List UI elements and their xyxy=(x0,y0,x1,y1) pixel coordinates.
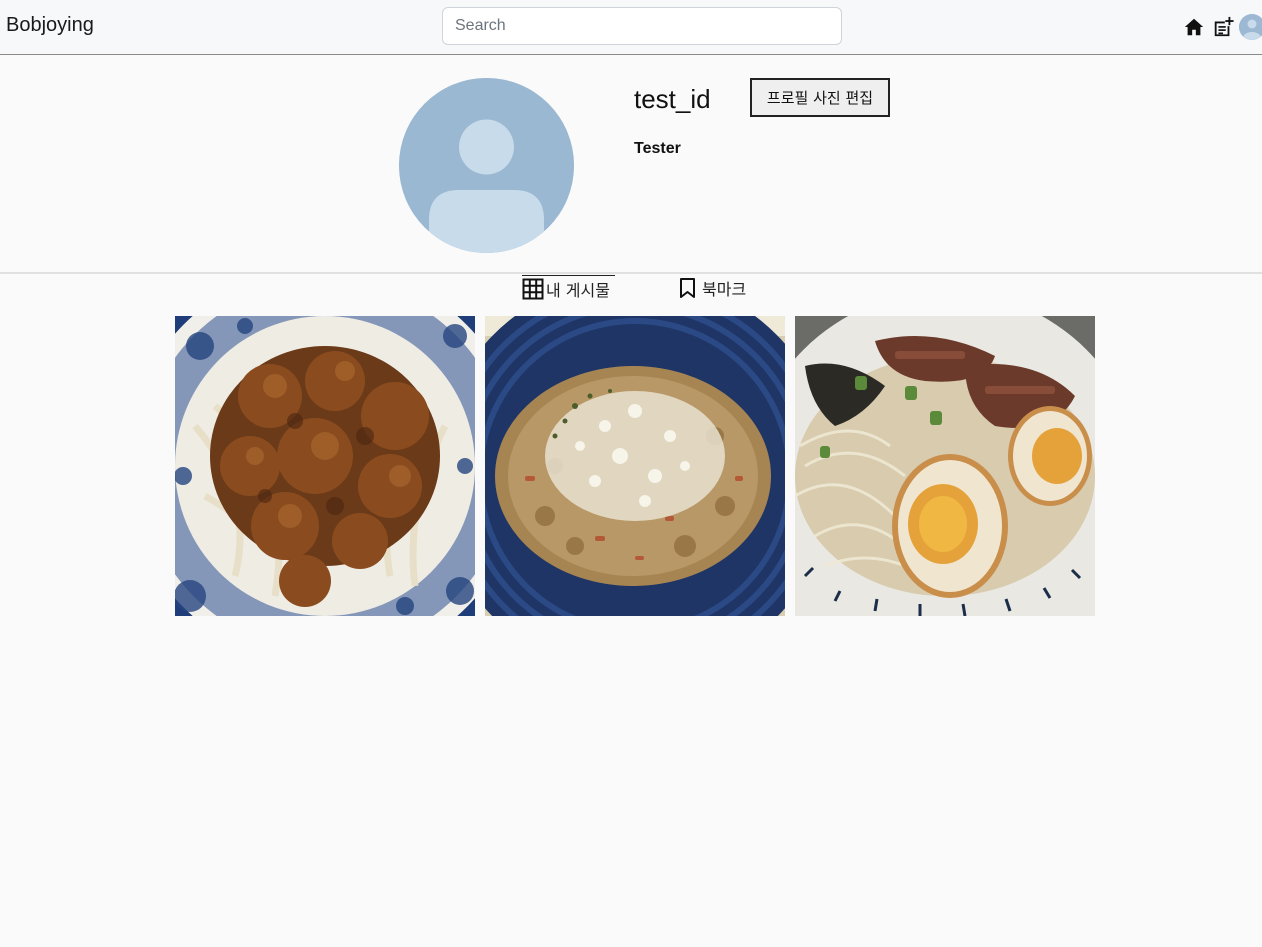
grid-icon xyxy=(522,278,544,300)
search-input[interactable] xyxy=(442,7,842,45)
new-post-icon[interactable] xyxy=(1211,15,1235,39)
post-thumbnail[interactable] xyxy=(795,316,1095,616)
profile-username: test_id xyxy=(634,84,711,114)
home-icon[interactable] xyxy=(1182,15,1206,39)
post-image-risotto xyxy=(485,316,785,616)
top-navbar: Bobjoying xyxy=(0,0,1262,55)
post-thumbnail[interactable] xyxy=(485,316,785,616)
profile-divider xyxy=(0,272,1262,274)
post-image-ramen xyxy=(795,316,1095,616)
tab-bookmarks-label: 북마크 xyxy=(702,280,747,299)
bookmark-icon xyxy=(678,277,700,299)
nav-icons xyxy=(1177,14,1262,40)
edit-profile-photo-button[interactable]: 프로필 사진 편집 xyxy=(750,78,890,117)
user-avatar[interactable] xyxy=(1239,14,1262,40)
brand-logo[interactable]: Bobjoying xyxy=(6,14,94,37)
profile-display-name: Tester xyxy=(634,140,681,157)
profile-avatar xyxy=(399,78,574,253)
post-thumbnail[interactable] xyxy=(175,316,475,616)
post-image-fried-chicken xyxy=(175,316,475,616)
tab-my-posts-label: 내 게시물 xyxy=(546,280,610,300)
tab-bookmarks[interactable]: 북마크 xyxy=(678,275,750,301)
tab-my-posts[interactable]: 내 게시물 xyxy=(522,275,615,301)
